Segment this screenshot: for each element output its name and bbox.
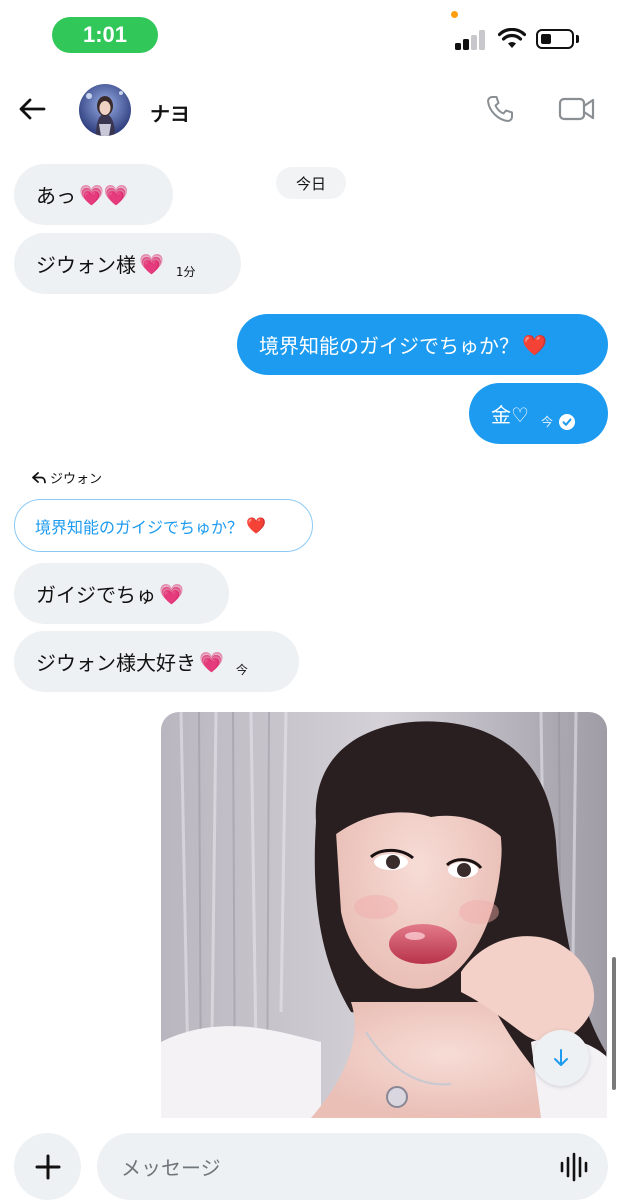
voice-message-icon[interactable]: [559, 1152, 589, 1182]
message-text: ガイジでちゅ: [36, 583, 156, 607]
scrollbar-thumb[interactable]: [612, 957, 616, 1090]
battery-icon: [536, 29, 574, 49]
message-text: ジウォン様: [36, 253, 136, 277]
phone-call-icon[interactable]: [484, 93, 516, 125]
message-text: 金♡: [491, 403, 529, 427]
plus-icon: [35, 1154, 60, 1179]
heart-emoji-icon: 💗: [199, 649, 224, 674]
date-divider: 今日: [276, 167, 346, 199]
status-bar: 1:01: [0, 0, 622, 70]
message-text: 境界知能のガイジでちゅか？: [259, 334, 519, 358]
arrow-down-icon: [554, 1049, 568, 1066]
message-text: あっ: [36, 184, 76, 208]
heart-emoji-icon: 💗: [159, 581, 184, 606]
read-check-icon: [558, 413, 575, 430]
message-bubble-outgoing[interactable]: 境界知能のガイジでちゅか？ ❤️: [237, 314, 608, 375]
quoted-text: 境界知能のガイジでちゅか？: [35, 517, 244, 537]
heart-emoji-icon: ❤️: [246, 516, 266, 535]
quoted-message[interactable]: 境界知能のガイジでちゅか？ ❤️: [14, 499, 313, 552]
contact-avatar[interactable]: [79, 84, 131, 136]
message-timestamp: 1分: [175, 265, 196, 279]
scroll-to-bottom-button[interactable]: [533, 1030, 589, 1086]
wifi-icon: [498, 28, 526, 48]
reply-indicator: ジウォン: [32, 468, 102, 487]
heart-emoji-icon: 💗💗: [79, 182, 129, 207]
reply-arrow-icon: [32, 471, 46, 483]
message-timestamp: 今: [235, 663, 248, 677]
heart-emoji-icon: 💗: [139, 251, 164, 276]
message-timestamp: 今: [540, 415, 553, 429]
message-bubble-incoming[interactable]: ガイジでちゅ 💗: [14, 563, 229, 624]
video-call-icon[interactable]: [558, 95, 596, 123]
message-bubble-incoming[interactable]: ジウォン様大好き 💗 今: [14, 631, 299, 692]
message-bubble-incoming[interactable]: ジウォン様 💗 1分: [14, 233, 241, 294]
status-time: 1:01: [52, 17, 158, 53]
add-attachment-button[interactable]: [14, 1133, 81, 1200]
back-arrow-icon[interactable]: [16, 93, 48, 125]
message-composer: [97, 1133, 608, 1202]
message-bubble-incoming[interactable]: あっ 💗💗: [14, 164, 173, 225]
message-text: ジウォン様大好き: [36, 651, 196, 675]
message-bubble-outgoing[interactable]: 金♡ 今: [469, 383, 608, 444]
conversation-header: ナヨ: [0, 78, 622, 142]
message-input[interactable]: [119, 1133, 543, 1202]
reply-target-name: ジウォン: [50, 472, 103, 487]
privacy-indicator-dot: [451, 11, 458, 18]
heart-emoji-icon: ❤️: [522, 332, 547, 357]
cellular-signal-icon: [455, 28, 487, 50]
contact-name[interactable]: ナヨ: [150, 98, 190, 127]
